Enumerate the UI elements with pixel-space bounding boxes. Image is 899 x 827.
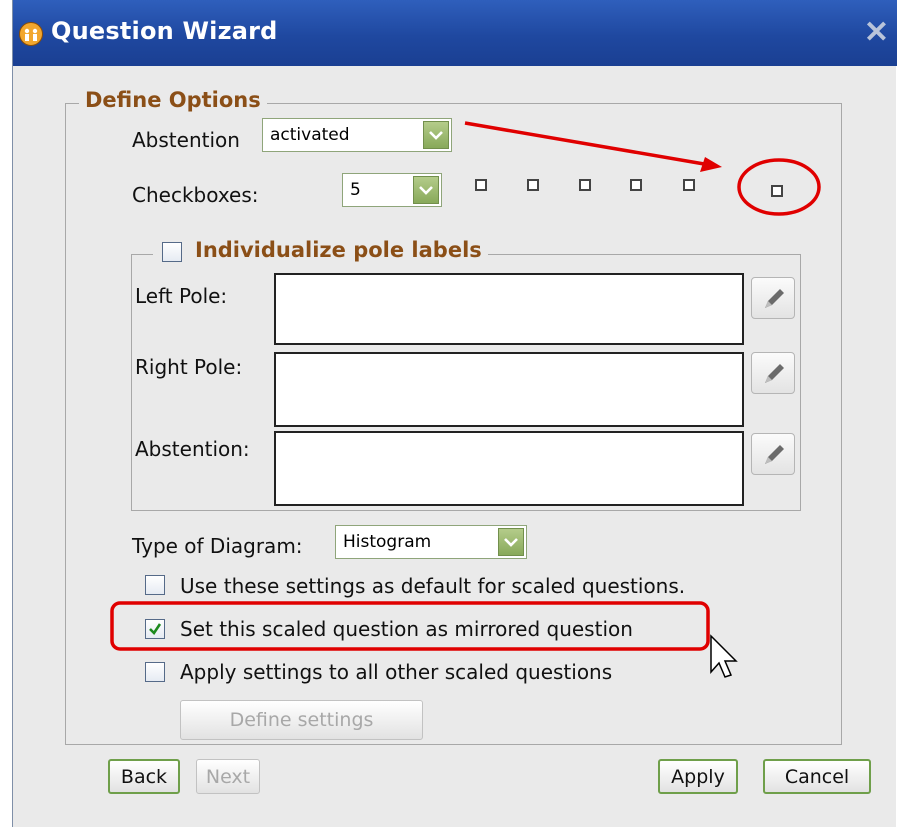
window-title: Question Wizard [51,17,278,45]
chevron-down-icon[interactable] [498,528,524,556]
scale-checkbox-3 [579,179,591,191]
pole-labels-legend: Individualize pole labels [153,238,488,268]
scale-checkbox-1 [475,179,487,191]
cancel-button[interactable]: Cancel [763,759,871,794]
edit-left-pole-button[interactable] [751,277,795,319]
checkboxes-count-value: 5 [350,180,361,200]
apply-button[interactable]: Apply [658,759,738,794]
abstention-select-value: activated [270,125,350,145]
default-settings-label: Use these settings as default for scaled… [180,574,686,598]
abstention-label: Abstention [132,128,240,152]
right-pole-label: Right Pole: [135,355,243,379]
checkboxes-label: Checkboxes: [132,183,259,207]
pole-labels-legend-text: Individualize pole labels [195,238,482,262]
scale-checkbox-5 [683,179,695,191]
chevron-down-icon[interactable] [423,121,449,149]
title-bar[interactable]: Question Wizard ✕ [13,0,897,66]
mirrored-question-label: Set this scaled question as mirrored que… [180,617,633,641]
app-logo-icon [19,22,43,46]
default-settings-checkbox[interactable] [145,575,165,595]
close-icon[interactable]: ✕ [864,18,889,48]
edit-abstention-pole-button[interactable] [751,433,795,475]
diagram-type-value: Histogram [343,532,432,552]
apply-all-checkbox[interactable] [145,662,165,682]
left-pole-label: Left Pole: [135,284,228,308]
checkboxes-count-select[interactable]: 5 [342,173,442,207]
diagram-type-label: Type of Diagram: [132,534,303,558]
abstention-pole-input[interactable] [274,431,744,506]
scale-checkbox-4 [630,179,642,191]
mirrored-question-checkbox[interactable] [145,619,165,639]
scale-checkbox-2 [527,179,539,191]
apply-all-label: Apply settings to all other scaled quest… [180,660,613,684]
left-pole-input[interactable] [274,273,744,345]
abstention-checkbox [771,185,783,197]
abstention-select[interactable]: activated [262,118,452,152]
individualize-pole-labels-checkbox[interactable] [162,242,182,262]
edit-right-pole-button[interactable] [751,352,795,394]
diagram-type-select[interactable]: Histogram [335,525,527,559]
chevron-down-icon[interactable] [413,176,439,204]
back-button[interactable]: Back [108,759,180,794]
question-wizard-window: Question Wizard ✕ Define Options Abstent… [12,0,897,827]
define-settings-button[interactable]: Define settings [180,700,423,740]
next-button[interactable]: Next [196,759,260,794]
abstention-pole-label: Abstention: [135,437,250,461]
define-options-legend: Define Options [79,88,267,112]
right-pole-input[interactable] [274,352,744,427]
